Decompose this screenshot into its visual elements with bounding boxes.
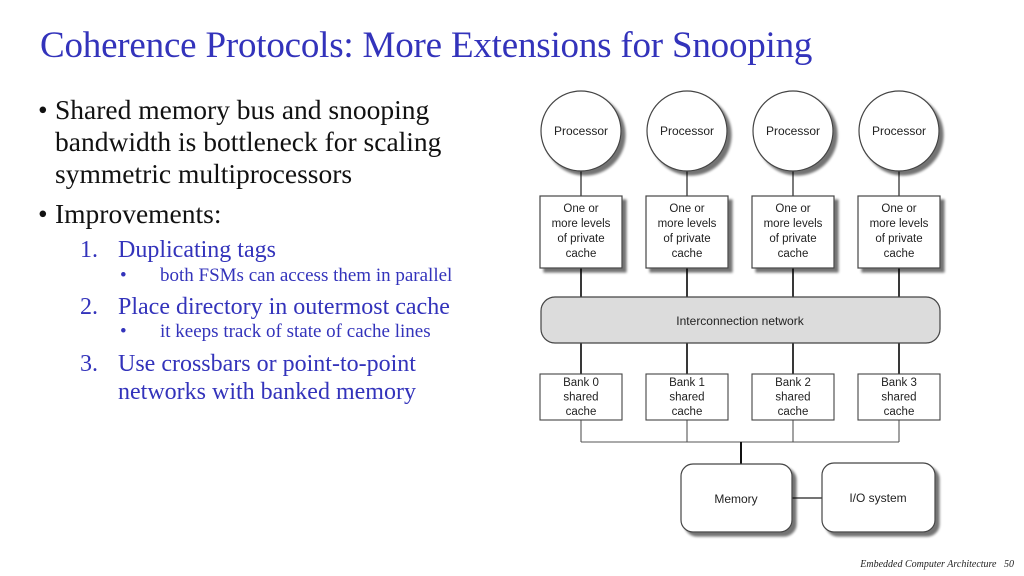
memory-box: Memory	[680, 463, 793, 533]
bank-label: cache	[672, 406, 703, 418]
bank-label: shared	[881, 392, 916, 404]
private-cache-label: more levels	[764, 218, 823, 230]
private-cache-label: more levels	[552, 218, 611, 230]
bank-box: Bank 1 shared cache	[645, 373, 729, 421]
memory-label: Memory	[714, 492, 757, 506]
private-cache-box: One or more levels of private cache	[645, 195, 729, 269]
footer-page-number: 50	[1004, 559, 1014, 570]
private-cache-box: One or more levels of private cache	[857, 195, 941, 269]
interconnection-network: Interconnection network	[540, 296, 941, 344]
private-cache-label: One or	[881, 203, 916, 215]
processor-node: Processor	[646, 90, 728, 172]
private-cache-label: cache	[672, 248, 703, 260]
bank-box: Bank 3 shared cache	[857, 373, 941, 421]
bank-box: Bank 0 shared cache	[539, 373, 623, 421]
bank-label: shared	[563, 392, 598, 404]
private-cache-label: One or	[669, 203, 704, 215]
bank-label: Bank 1	[669, 377, 705, 389]
private-cache-box: One or more levels of private cache	[539, 195, 623, 269]
bank-box: Bank 2 shared cache	[751, 373, 835, 421]
processor-label: Processor	[766, 124, 820, 138]
processor-node: Processor	[752, 90, 834, 172]
multiprocessor-diagram: Processor Processor Processor Processor One…	[539, 90, 941, 533]
processor-label: Processor	[660, 124, 714, 138]
processor-label: Processor	[872, 124, 926, 138]
private-cache-label: One or	[775, 203, 810, 215]
processor-label: Processor	[554, 124, 608, 138]
private-cache-label: more levels	[870, 218, 929, 230]
processor-row: Processor Processor Processor Processor	[540, 90, 940, 172]
bank-label: cache	[884, 406, 915, 418]
slide-footer: Embedded Computer Architecture 50	[855, 559, 1014, 570]
private-cache-label: of private	[875, 233, 922, 245]
bank-row: Bank 0sharedcacheBank 1sharedcacheBank 2…	[539, 373, 941, 421]
bank-label: Bank 0	[563, 377, 599, 389]
private-cache-label: of private	[663, 233, 710, 245]
private-cache-label: more levels	[658, 218, 717, 230]
processor-node: Processor	[540, 90, 622, 172]
private-cache-box: One or more levels of private cache	[751, 195, 835, 269]
private-cache-label: of private	[557, 233, 604, 245]
processor-node: Processor	[858, 90, 940, 172]
bank-label: cache	[778, 406, 809, 418]
private-cache-label: cache	[778, 248, 809, 260]
bank-label: shared	[669, 392, 704, 404]
bank-label: cache	[566, 406, 597, 418]
bank-label: Bank 3	[881, 377, 917, 389]
io-label: I/O system	[849, 491, 906, 505]
network-label: Interconnection network	[676, 314, 804, 328]
private-cache-label: One or	[563, 203, 598, 215]
bank-label: shared	[775, 392, 810, 404]
private-cache-row: One or more levels of private cache One or mo…	[539, 195, 941, 269]
io-system-box: I/O system	[821, 462, 936, 533]
private-cache-label: cache	[566, 248, 597, 260]
private-cache-label: cache	[884, 248, 915, 260]
private-cache-label: of private	[769, 233, 816, 245]
footer-course: Embedded Computer Architecture	[860, 559, 997, 570]
bank-label: Bank 2	[775, 377, 811, 389]
